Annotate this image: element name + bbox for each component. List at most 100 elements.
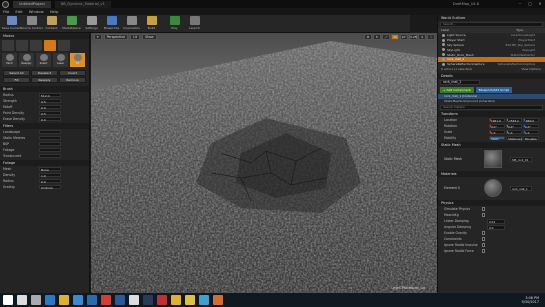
- grid-snap-value[interactable]: 10: [391, 34, 399, 40]
- place-mode-icon[interactable]: [2, 40, 14, 51]
- explorer-icon[interactable]: [59, 295, 69, 305]
- task-view-icon[interactable]: [31, 295, 41, 305]
- vector-x-field[interactable]: 0.0°: [489, 123, 505, 129]
- toolbar-button-cinematics[interactable]: Cinematics: [122, 15, 141, 32]
- tab-material[interactable]: BB_Dynamic_Material_v1: [54, 0, 111, 8]
- visibility-eye-icon[interactable]: [442, 33, 445, 37]
- tool-fill[interactable]: Fill: [70, 53, 85, 67]
- details-search-input[interactable]: Search Details: [440, 105, 543, 110]
- landscape-mode-icon[interactable]: [30, 40, 42, 51]
- property-value-field[interactable]: 0.5: [39, 98, 61, 104]
- menu-window[interactable]: Window: [29, 9, 44, 14]
- toolbar-button-content[interactable]: Content: [42, 15, 61, 32]
- invert-button[interactable]: Invert: [59, 70, 86, 76]
- remove-button[interactable]: Remove: [59, 77, 86, 83]
- toolbar-button-marketplace[interactable]: Marketplace: [62, 15, 81, 32]
- col-type[interactable]: Type: [516, 28, 523, 33]
- toolbar-button-source-control[interactable]: Source Control: [20, 15, 43, 32]
- static-mesh-thumbnail[interactable]: [483, 150, 502, 168]
- vector-y-field[interactable]: -2563.2: [506, 117, 522, 123]
- visibility-eye-icon[interactable]: [442, 38, 445, 42]
- details-tab[interactable]: Details: [438, 73, 545, 79]
- col-label[interactable]: Label: [441, 28, 449, 33]
- property-value-field[interactable]: 512.0: [39, 92, 61, 98]
- lit-button[interactable]: Lit: [130, 34, 140, 40]
- mobility-static[interactable]: Static: [489, 135, 505, 141]
- vector-y-field[interactable]: 1.0: [506, 129, 522, 135]
- mobility-movable[interactable]: Movable: [523, 135, 539, 141]
- scale-icon[interactable]: ⤢: [382, 34, 390, 40]
- store-icon[interactable]: [73, 295, 83, 305]
- blueprint-script-button[interactable]: Blueprint/Add Script: [475, 87, 512, 93]
- property-value-field[interactable]: 1.0: [39, 172, 61, 178]
- physics-value-field[interactable]: 0.0: [487, 224, 505, 230]
- mail-icon[interactable]: [87, 295, 97, 305]
- vector-z-field[interactable]: -860.0: [523, 117, 539, 123]
- view-options-button[interactable]: View Options: [521, 67, 541, 72]
- paint-icon[interactable]: [213, 295, 223, 305]
- close-icon[interactable]: ✕: [535, 0, 545, 8]
- geometry-mode-icon[interactable]: [58, 40, 70, 51]
- physics-checkbox[interactable]: [481, 231, 485, 235]
- fill-button[interactable]: Fill: [3, 77, 30, 83]
- visibility-eye-icon[interactable]: [442, 57, 445, 61]
- vector-x-field[interactable]: 1951.0: [489, 117, 505, 123]
- vector-z-field[interactable]: 0.0°: [523, 123, 539, 129]
- translate-icon[interactable]: ✥: [364, 34, 372, 40]
- maximize-viewport-icon[interactable]: ⛶: [427, 34, 435, 40]
- property-value-field[interactable]: [39, 129, 61, 135]
- physics-checkbox[interactable]: [481, 249, 485, 253]
- vector-z-field[interactable]: 1.0: [523, 129, 539, 135]
- tab-project[interactable]: UntitledProject: [13, 0, 51, 8]
- camera-speed-value[interactable]: 4: [418, 34, 426, 40]
- rotate-icon[interactable]: ↻: [373, 34, 381, 40]
- minimize-icon[interactable]: –: [515, 0, 525, 8]
- toolbar-button-settings[interactable]: Settings: [82, 15, 101, 32]
- physics-checkbox[interactable]: [481, 213, 485, 217]
- windows-start-icon[interactable]: [3, 295, 13, 305]
- tool-lasso[interactable]: Lasso: [53, 53, 68, 67]
- maximize-icon[interactable]: ▢: [525, 0, 535, 8]
- tool-reapply[interactable]: Reapply: [19, 53, 34, 67]
- toolbar-button-blueprints[interactable]: Blueprints: [102, 15, 121, 32]
- folder-icon[interactable]: [171, 295, 181, 305]
- property-value-field[interactable]: 0.0: [39, 116, 61, 122]
- search-icon[interactable]: [17, 295, 27, 305]
- scale-snap-value[interactable]: 0.25: [409, 34, 417, 40]
- physics-checkbox[interactable]: [481, 243, 485, 247]
- mobility-stationary[interactable]: Stationary: [506, 135, 522, 141]
- toolbar-button-play[interactable]: Play: [165, 15, 184, 32]
- paint-mode-icon[interactable]: [16, 40, 28, 51]
- static-mesh-dropdown[interactable]: SM_rock_01: [509, 156, 532, 162]
- photoshop-icon[interactable]: [115, 295, 125, 305]
- property-value-field[interactable]: None: [39, 166, 61, 172]
- system-clock[interactable]: 3:06 PM 9/30/2017: [522, 296, 539, 304]
- deselect-button[interactable]: Deselect: [31, 70, 58, 76]
- material-dropdown[interactable]: rock_mat_1: [509, 185, 532, 191]
- property-value-field[interactable]: 0.5: [39, 110, 61, 116]
- level-viewport[interactable]: ▾ Perspective Lit Show ✥ ↻ ⤢ 10 10° 0.25…: [91, 33, 437, 293]
- visibility-eye-icon[interactable]: [442, 53, 445, 57]
- chrome-icon[interactable]: [101, 295, 111, 305]
- tool-paint[interactable]: Paint: [2, 53, 17, 67]
- notes-icon[interactable]: [185, 295, 195, 305]
- property-value-field[interactable]: [39, 141, 61, 147]
- vector-y-field[interactable]: 0.0°: [506, 123, 522, 129]
- property-value-field[interactable]: [39, 153, 61, 159]
- unreal-logo-icon[interactable]: [2, 0, 9, 8]
- physics-checkbox[interactable]: [481, 237, 485, 241]
- toolbar-button-launch[interactable]: Launch: [185, 15, 204, 32]
- physics-checkbox[interactable]: [481, 207, 485, 211]
- foliage-mode-icon[interactable]: [44, 40, 56, 51]
- outliner-tab[interactable]: World Outliner: [438, 15, 545, 21]
- rotation-snap-value[interactable]: 10°: [400, 34, 408, 40]
- vector-x-field[interactable]: 1.0: [489, 129, 505, 135]
- visibility-eye-icon[interactable]: [442, 43, 445, 47]
- property-value-field[interactable]: [39, 147, 61, 153]
- menu-help[interactable]: Help: [50, 9, 59, 14]
- visibility-eye-icon[interactable]: [442, 62, 445, 66]
- physics-value-field[interactable]: 0.01: [487, 218, 505, 224]
- tool-select[interactable]: Select: [36, 53, 51, 67]
- calc-icon[interactable]: [199, 295, 209, 305]
- perspective-button[interactable]: Perspective: [103, 34, 129, 40]
